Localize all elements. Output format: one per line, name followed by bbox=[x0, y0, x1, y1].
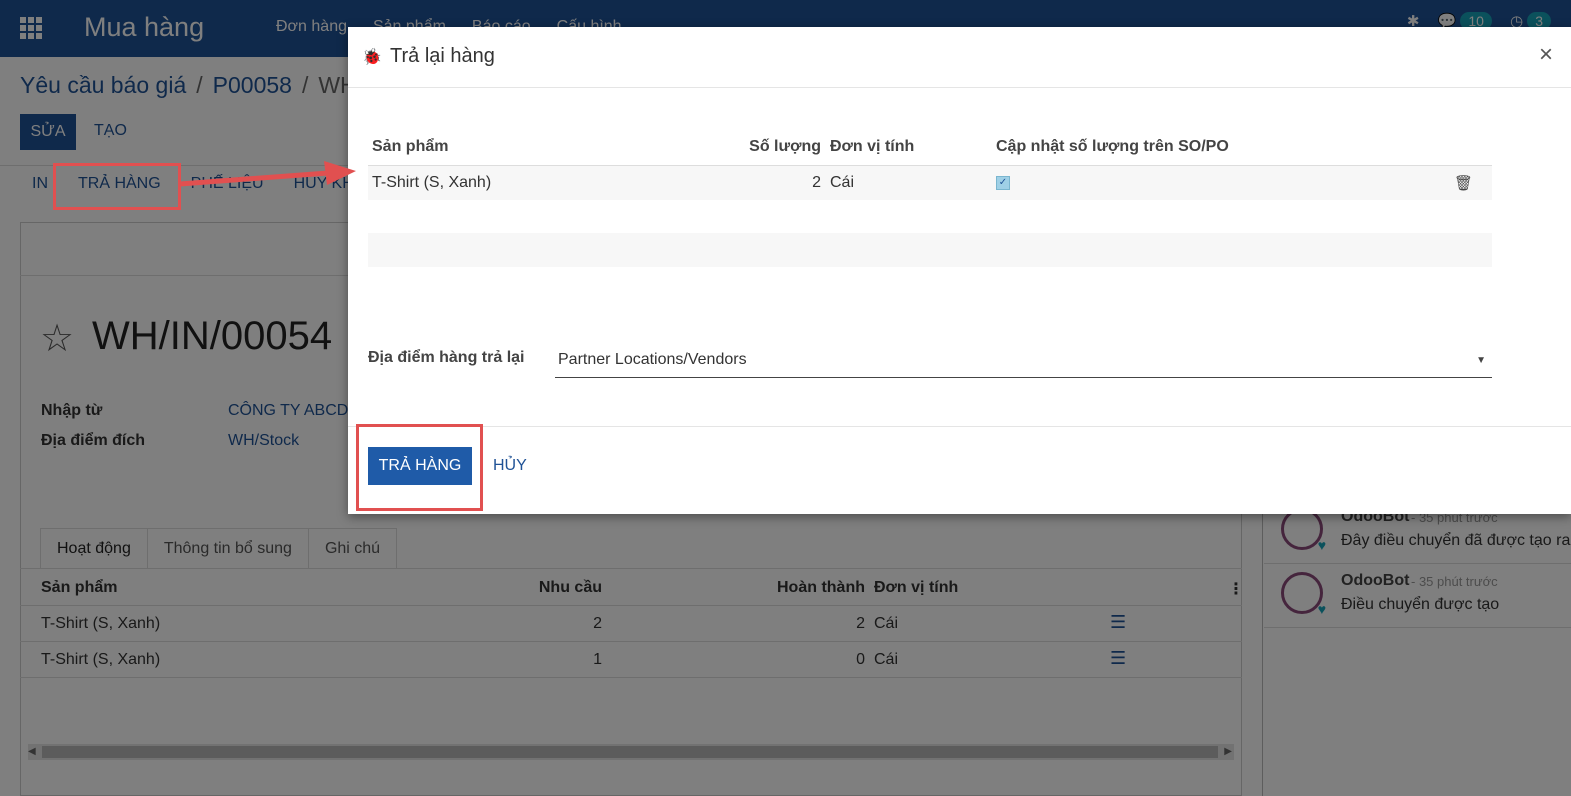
return-dialog: 🐞 Trả lại hàng × Sản phẩm Số lượng Đơn v… bbox=[348, 27, 1571, 514]
annotation-arrow-icon bbox=[179, 161, 356, 187]
table-header: Sản phẩm Số lượng Đơn vị tính Cập nhật s… bbox=[368, 130, 1492, 166]
highlight-return-action bbox=[53, 163, 181, 210]
bug-icon: 🐞 bbox=[362, 49, 382, 66]
col-product: Sản phẩm bbox=[372, 138, 449, 155]
cell-product[interactable]: T-Shirt (S, Xanh) bbox=[372, 174, 491, 192]
dialog-footer-divider bbox=[348, 426, 1571, 427]
col-quantity: Số lượng bbox=[749, 138, 821, 155]
delete-line-icon[interactable]: 🗑 bbox=[1454, 174, 1473, 192]
cell-uom: Cái bbox=[830, 174, 855, 191]
empty-row bbox=[368, 233, 1492, 267]
return-location-select[interactable]: Partner Locations/Vendors ▼ bbox=[555, 347, 1492, 378]
dialog-title: Trả lại hàng bbox=[390, 45, 495, 67]
update-qty-checkbox[interactable]: ✓ bbox=[996, 176, 1010, 190]
col-update-qty: Cập nhật số lượng trên SO/PO bbox=[996, 138, 1229, 155]
table-row[interactable]: T-Shirt (S, Xanh) 2 Cái ✓ 🗑 bbox=[368, 166, 1492, 200]
dialog-header: 🐞 Trả lại hàng × bbox=[348, 27, 1571, 88]
caret-down-icon[interactable]: ▼ bbox=[1476, 355, 1486, 366]
col-uom: Đơn vị tính bbox=[830, 138, 915, 155]
return-lines-table: Sản phẩm Số lượng Đơn vị tính Cập nhật s… bbox=[368, 130, 1492, 267]
highlight-confirm-return bbox=[356, 424, 483, 511]
cancel-button[interactable]: HỦY bbox=[493, 457, 527, 475]
return-location-label: Địa điểm hàng trả lại bbox=[368, 349, 525, 366]
close-icon[interactable]: × bbox=[1539, 41, 1553, 69]
return-location-value: Partner Locations/Vendors bbox=[558, 351, 747, 368]
cell-quantity[interactable]: 2 bbox=[708, 174, 821, 192]
